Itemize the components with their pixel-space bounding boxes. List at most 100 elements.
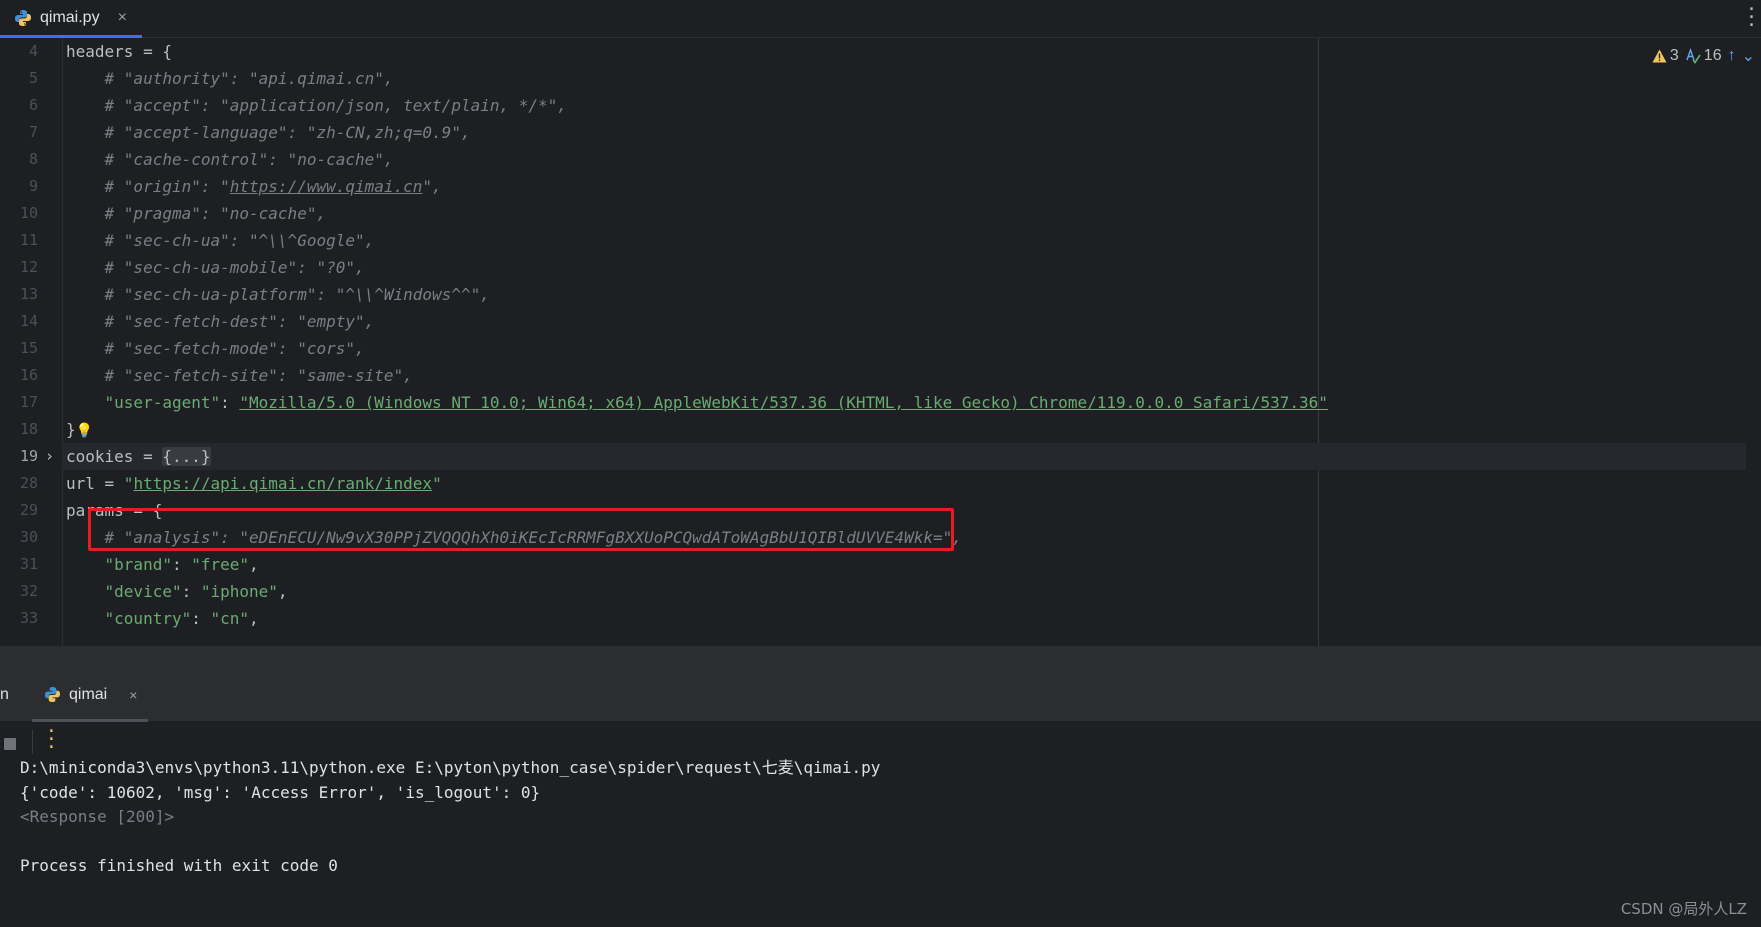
warning-icon xyxy=(1652,49,1667,63)
code-line[interactable]: "country": "cn", xyxy=(66,605,259,632)
code-line[interactable]: # "origin": "https://www.qimai.cn", xyxy=(66,173,442,200)
line-number: 11 xyxy=(19,231,38,249)
line-number: 8 xyxy=(28,150,38,168)
code-line[interactable]: headers = { xyxy=(66,38,172,65)
line-number: 19 xyxy=(19,447,38,465)
line-number: 15 xyxy=(19,339,38,357)
code-line[interactable]: "brand": "free", xyxy=(66,551,259,578)
run-tool-window-header: n qimai × xyxy=(0,670,1761,722)
line-number: 29 xyxy=(19,501,38,519)
code-line[interactable]: # "accept-language": "zh-CN,zh;q=0.9", xyxy=(66,119,471,146)
line-number-gutter: 4 5 6 7 8 9 10 11 12 13 14 15 16 17 18 19 › 28 29 30 31 32 33 xyxy=(0,38,62,646)
line-number: 32 xyxy=(19,582,38,600)
stop-icon[interactable] xyxy=(4,738,16,750)
code-token: # "accept-language": "zh-CN,zh;q=0.9", xyxy=(66,123,471,142)
code-token: # "sec-ch-ua": "^\\^Google", xyxy=(66,231,375,250)
line-number: 28 xyxy=(19,474,38,492)
inspection-widget[interactable]: 3 16 ↑ ⌄ xyxy=(1652,46,1755,66)
tool-window-title: n xyxy=(0,686,9,703)
code-token: "Mozilla/5.0 (Windows NT 10.0; Win64; x6… xyxy=(239,393,1328,412)
code-line[interactable]: # "sec-ch-ua-platform": "^\\^Windows^^", xyxy=(66,281,490,308)
code-line[interactable]: # "pragma": "no-cache", xyxy=(66,200,327,227)
code-area[interactable]: headers = { # "authority": "api.qimai.cn… xyxy=(62,38,1746,646)
code-token: : xyxy=(191,609,211,628)
code-token: # "sec-fetch-dest": "empty", xyxy=(66,312,375,331)
code-token: ", xyxy=(422,177,442,196)
previous-highlight-icon[interactable]: ↑ xyxy=(1728,47,1736,65)
code-token: https://api.qimai.cn/rank/index xyxy=(133,474,433,493)
line-number: 17 xyxy=(19,393,38,411)
code-token: , xyxy=(249,555,259,574)
typo-counter[interactable]: 16 xyxy=(1685,47,1722,65)
intention-bulb-icon[interactable]: 💡 xyxy=(76,423,93,439)
code-token: # "sec-ch-ua-platform": "^\\^Windows^^", xyxy=(66,285,490,304)
spellcheck-icon xyxy=(1686,48,1701,64)
code-token: "iphone" xyxy=(200,582,278,601)
line-number: 9 xyxy=(28,177,38,195)
console-output-line: Process finished with exit code 0 xyxy=(20,856,338,875)
code-line[interactable]: # "sec-ch-ua": "^\\^Google", xyxy=(66,227,375,254)
python-file-icon xyxy=(15,9,31,26)
right-margin-guide xyxy=(1318,38,1319,646)
code-token: "country" xyxy=(104,609,192,628)
code-line[interactable]: cookies = {...} xyxy=(62,443,1746,470)
code-editor[interactable]: 4 5 6 7 8 9 10 11 12 13 14 15 16 17 18 19 › 28 29 30 31 32 33 … xyxy=(0,38,1761,646)
more-options-icon[interactable]: · · · xyxy=(1746,1,1757,35)
code-line[interactable]: # "authority": "api.qimai.cn", xyxy=(66,65,394,92)
code-line[interactable]: # "sec-fetch-site": "same-site", xyxy=(66,362,413,389)
code-token: "user-agent" xyxy=(104,393,221,412)
fold-expand-icon[interactable]: › xyxy=(45,443,54,470)
console-output-line: {'code': 10602, 'msg': 'Access Error', '… xyxy=(20,782,541,802)
code-token: # "sec-ch-ua-mobile": "?0", xyxy=(66,258,365,277)
watermark: CSDN @局外人LZ xyxy=(1620,900,1747,918)
close-icon[interactable]: × xyxy=(129,687,137,703)
code-line[interactable]: # "accept": "application/json, text/plai… xyxy=(66,92,567,119)
more-actions-icon[interactable]: · · · xyxy=(46,723,57,757)
code-line[interactable]: # "sec-ch-ua-mobile": "?0", xyxy=(66,254,365,281)
next-highlight-icon[interactable]: ⌄ xyxy=(1742,46,1755,66)
gutter-separator xyxy=(62,38,63,646)
code-line[interactable]: # "cache-control": "no-cache", xyxy=(66,146,394,173)
line-number: 12 xyxy=(19,258,38,276)
code-line[interactable]: "device": "iphone", xyxy=(66,578,288,605)
code-line[interactable]: # "sec-fetch-dest": "empty", xyxy=(66,308,375,335)
code-token: : xyxy=(181,582,201,601)
console-output-line: <Response [200]> xyxy=(20,807,175,826)
editor-tab-bar: qimai.py × · · · xyxy=(0,0,1761,38)
code-line[interactable]: params = { xyxy=(66,497,162,524)
code-token: , xyxy=(249,609,259,628)
warning-counter[interactable]: 3 xyxy=(1652,47,1679,65)
run-tab-qimai[interactable]: qimai × xyxy=(32,670,148,722)
folded-region[interactable]: {...} xyxy=(162,447,211,466)
code-token: url = xyxy=(66,474,124,493)
run-console[interactable]: · · · D:\miniconda3\envs\python3.11\python… xyxy=(0,722,1761,927)
code-token: "cn" xyxy=(210,609,250,628)
editor-tab-qimai[interactable]: qimai.py × xyxy=(0,0,142,38)
code-line[interactable]: # "sec-fetch-mode": "cors", xyxy=(66,335,365,362)
line-number: 13 xyxy=(19,285,38,303)
code-token: # "sec-fetch-mode": "cors", xyxy=(66,339,365,358)
code-token: # "sec-fetch-site": "same-site", xyxy=(66,366,413,385)
code-line[interactable]: # "analysis": "eDEnECU/Nw9vX30PPjZVQQQhX… xyxy=(66,524,962,551)
code-token: # "cache-control": "no-cache", xyxy=(66,150,394,169)
python-icon xyxy=(44,686,61,703)
code-token: params = { xyxy=(66,501,163,520)
code-line[interactable]: url = "https://api.qimai.cn/rank/index" xyxy=(66,470,442,497)
line-number: 4 xyxy=(28,42,38,60)
warning-count: 3 xyxy=(1669,47,1679,64)
line-number: 31 xyxy=(19,555,38,573)
line-number: 30 xyxy=(19,528,38,546)
panel-splitter[interactable] xyxy=(0,646,1761,670)
code-token: cookies = xyxy=(66,447,163,466)
code-token: # "pragma": "no-cache", xyxy=(66,204,327,223)
close-icon[interactable]: × xyxy=(118,9,127,27)
line-number: 16 xyxy=(19,366,38,384)
code-token: # "analysis": "eDEnECU/Nw9vX30PPjZVQQQhX… xyxy=(66,528,962,547)
code-line[interactable]: "user-agent": "Mozilla/5.0 (Windows NT 1… xyxy=(66,389,1328,416)
code-line[interactable]: }💡 xyxy=(66,416,93,443)
console-output-line: D:\miniconda3\envs\python3.11\python.exe… xyxy=(20,758,881,777)
